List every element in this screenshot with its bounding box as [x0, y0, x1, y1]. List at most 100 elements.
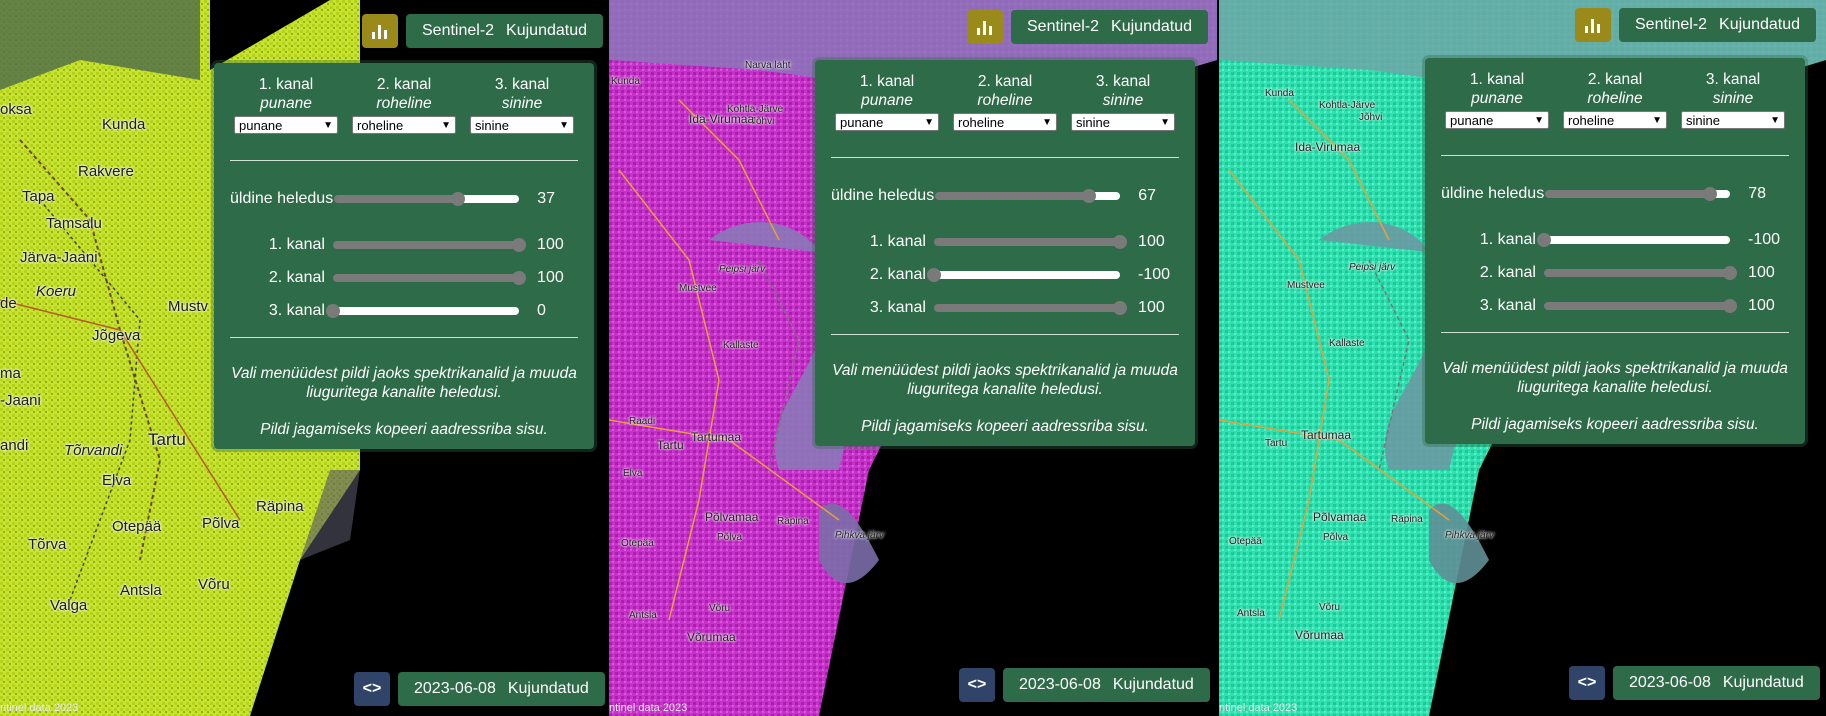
date-selector-button[interactable]: 2023-06-08 Kujundatud — [1613, 666, 1820, 700]
slider-thumb[interactable] — [512, 238, 527, 252]
channel-name: roheline — [977, 92, 1033, 109]
channel-title: 1. kanal — [859, 73, 915, 90]
help-text-share: Pildi jagamiseks kopeeri aadressriba sis… — [861, 418, 1149, 435]
channel-3-slider[interactable] — [1543, 299, 1738, 313]
channel-3-select[interactable]: sinine ▼ — [470, 116, 574, 134]
slider-label: 2. kanal — [1479, 264, 1536, 281]
channel-1-select[interactable]: punane ▼ — [835, 113, 939, 131]
map-panel-2[interactable]: Narva laht Kunda Kohtla-Järve Jõhvi Ida-… — [609, 0, 1217, 716]
code-brackets-icon[interactable]: <> — [959, 668, 995, 702]
place-label: Tartu — [657, 438, 684, 452]
channel-2-slider[interactable] — [332, 271, 527, 285]
slider-thumb[interactable] — [1113, 235, 1128, 249]
place-label: -Jaani — [0, 392, 41, 409]
channel-name: punane — [260, 95, 312, 112]
channel-2-select[interactable]: roheline ▼ — [953, 113, 1057, 131]
slider-thumb[interactable] — [1081, 189, 1096, 203]
brightness-slider[interactable] — [333, 192, 520, 206]
channel-1-slider[interactable] — [1536, 233, 1731, 247]
place-label: Tõrvandi — [64, 442, 123, 459]
slider-thumb[interactable] — [1723, 299, 1738, 313]
channel-2-select[interactable]: roheline ▼ — [1563, 111, 1667, 129]
channel-slider-row: 1. kanal 100 — [230, 233, 578, 257]
channel-1-select[interactable]: punane ▼ — [234, 116, 338, 134]
layer-selector-button[interactable]: Sentinel-2 Kujundatud — [1011, 10, 1209, 44]
date-selector-button[interactable]: 2023-06-08 Kujundatud — [1003, 668, 1210, 702]
place-label: Kunda — [102, 116, 146, 133]
channel-slider-row: 2. kanal 100 — [230, 266, 578, 290]
channel-slider-row: 3. kanal 100 — [831, 296, 1179, 320]
channel-title: 2. kanal — [1587, 71, 1643, 88]
slider-thumb[interactable] — [926, 268, 941, 282]
channel-name: sinine — [1712, 90, 1754, 107]
place-label: oksa — [0, 101, 32, 118]
date-selector-button[interactable]: 2023-06-08 Kujundatud — [398, 672, 605, 706]
channel-1-slider[interactable] — [933, 235, 1128, 249]
slider-thumb[interactable] — [451, 192, 466, 206]
channel-2-select[interactable]: roheline ▼ — [352, 116, 456, 134]
bar-chart-icon[interactable] — [1575, 8, 1611, 42]
channel-3-select[interactable]: sinine ▼ — [1681, 111, 1785, 129]
place-label: Mustv — [168, 298, 209, 315]
bottom-toolbar: <> 2023-06-08 Kujundatud — [354, 672, 605, 706]
channel-1-select[interactable]: punane ▼ — [1445, 111, 1549, 129]
slider-label: 3. kanal — [268, 302, 325, 319]
mode-label: Kujundatud — [1719, 16, 1801, 33]
help-text-bands: Vali menüüdest pildi jaoks spektrikanali… — [1442, 360, 1788, 396]
slider-thumb[interactable] — [1723, 266, 1738, 280]
divider — [230, 160, 578, 161]
mode-label: Kujundatud — [507, 680, 589, 697]
channel-2-slider[interactable] — [926, 268, 1121, 282]
place-label: Koeru — [36, 283, 77, 300]
place-label: Põlva — [717, 532, 743, 543]
code-brackets-icon[interactable]: <> — [1569, 666, 1605, 700]
map-panel-3[interactable]: Kunda Kohtla-Järve Jõhvi Ida-Virumaa Pei… — [1219, 0, 1826, 716]
place-label: Antsla — [629, 610, 657, 621]
bar-chart-icon[interactable] — [967, 10, 1003, 44]
code-brackets-icon[interactable]: <> — [354, 672, 390, 706]
slider-value: -100 — [1138, 266, 1171, 283]
place-label: Järva-Jaani — [20, 249, 98, 266]
place-label: Põlva — [1323, 532, 1349, 543]
slider-thumb[interactable] — [1536, 233, 1551, 247]
sensor-label: Sentinel-2 — [1027, 18, 1100, 35]
channel-name: punane — [1471, 90, 1523, 107]
place-label: Põlvamaa — [705, 510, 759, 524]
channel-2-slider[interactable] — [1543, 266, 1738, 280]
slider-value: 100 — [1748, 297, 1775, 314]
channel-3-column: 3. kanal sinine sinine ▼ — [466, 75, 578, 134]
map-panel-1[interactable]: Kunda Rakvere oksa Tapa Tamsalu Järva-Ja… — [0, 0, 607, 716]
slider-value: -100 — [1748, 231, 1781, 248]
bar-chart-icon[interactable] — [362, 14, 398, 48]
place-label: Tartumaa — [691, 430, 742, 444]
slider-thumb[interactable] — [325, 304, 340, 318]
place-label: Põlvamaa — [1313, 510, 1367, 524]
layer-selector-button[interactable]: Sentinel-2 Kujundatud — [1619, 8, 1817, 42]
channel-3-slider[interactable] — [933, 301, 1128, 315]
place-label: Võru — [198, 576, 230, 593]
divider — [831, 157, 1179, 158]
place-label: Otepää — [1229, 536, 1262, 547]
channel-3-select[interactable]: sinine ▼ — [1071, 113, 1175, 131]
brightness-slider[interactable] — [934, 189, 1121, 203]
help-text: Vali menüüdest pildi jaoks spektrikanali… — [831, 361, 1179, 436]
brightness-slider[interactable] — [1544, 187, 1731, 201]
divider — [1441, 332, 1789, 333]
top-toolbar: Sentinel-2 Kujundatud — [967, 10, 1209, 44]
place-label: Tõrva — [28, 536, 67, 553]
layer-selector-button[interactable]: Sentinel-2 Kujundatud — [406, 14, 604, 48]
slider-thumb[interactable] — [1702, 187, 1717, 201]
help-text-bands: Vali menüüdest pildi jaoks spektrikanali… — [832, 362, 1178, 398]
slider-thumb[interactable] — [512, 271, 527, 285]
channel-title: 3. kanal — [494, 76, 550, 93]
sensor-label: Sentinel-2 — [422, 22, 495, 39]
place-label: Võru — [709, 603, 731, 614]
slider-label: 2. kanal — [869, 266, 926, 283]
slider-label: 1. kanal — [268, 236, 325, 253]
band-control-panel: 1. kanal punane punane ▼ 2. kanal rohelin… — [214, 63, 594, 449]
help-text-bands: Vali menüüdest pildi jaoks spektrikanali… — [231, 365, 577, 401]
slider-thumb[interactable] — [1113, 301, 1128, 315]
band-control-panel: 1. kanal punane punane ▼ 2. kanal rohelin… — [815, 60, 1195, 446]
channel-1-slider[interactable] — [332, 238, 527, 252]
channel-3-slider[interactable] — [325, 304, 520, 318]
